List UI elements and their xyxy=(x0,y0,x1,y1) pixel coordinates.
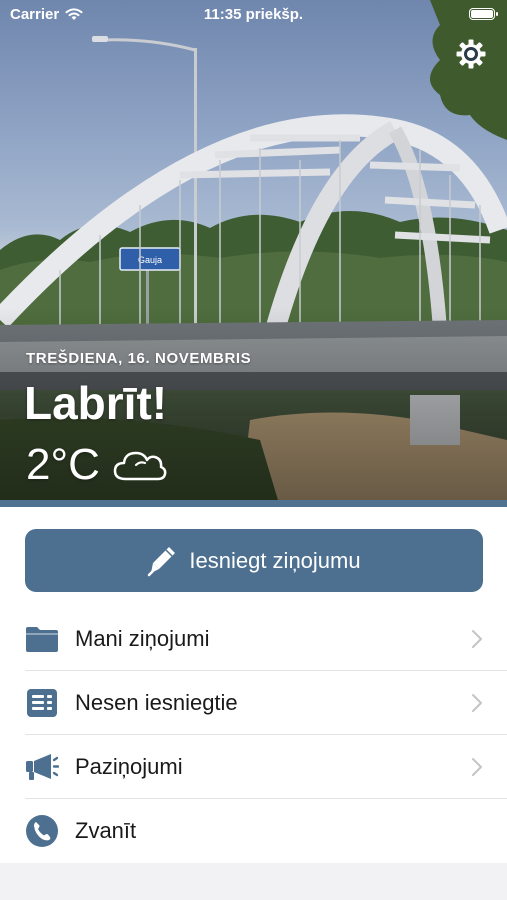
folder-icon xyxy=(25,623,59,655)
chevron-right-icon xyxy=(472,758,482,776)
hero-accent-line xyxy=(0,500,507,507)
settings-button[interactable] xyxy=(455,38,487,70)
menu-list: Mani ziņojumi Nesen iesniegtie Paziņojum… xyxy=(0,607,507,863)
menu-item-call[interactable]: Zvanīt xyxy=(0,799,507,863)
menu-item-announcements[interactable]: Paziņojumi xyxy=(0,735,507,799)
menu-item-label: Mani ziņojumi xyxy=(75,626,210,651)
menu-item-label: Zvanīt xyxy=(75,818,137,843)
temperature: 2°C xyxy=(26,440,100,489)
chevron-right-icon xyxy=(472,694,482,712)
battery-fill xyxy=(471,10,493,18)
menu-item-label: Paziņojumi xyxy=(75,754,183,779)
hero-date: TREŠDIENA, 16. NOVEMBRIS xyxy=(26,350,252,367)
menu-item-recent-submissions[interactable]: Nesen iesniegtie xyxy=(0,671,507,735)
phone-icon xyxy=(25,815,59,847)
menu-item-my-reports[interactable]: Mani ziņojumi xyxy=(0,607,507,671)
hero-greeting: Labrīt! xyxy=(24,377,168,429)
pen-icon xyxy=(148,546,176,576)
megaphone-icon xyxy=(25,751,59,783)
menu-item-label: Nesen iesniegtie xyxy=(75,690,238,715)
list-icon xyxy=(25,687,59,719)
main-content: Iesniegt ziņojumu Mani ziņojumi Nesen ie… xyxy=(0,507,507,900)
status-bar: Carrier 11:35 priekšp. xyxy=(0,0,507,30)
weather: 2°C xyxy=(26,440,168,490)
battery-icon xyxy=(469,8,498,20)
submit-report-button[interactable]: Iesniegt ziņojumu xyxy=(25,529,483,592)
menu-card: Iesniegt ziņojumu Mani ziņojumi Nesen ie… xyxy=(0,507,507,863)
sign-text: Gauja xyxy=(138,255,162,265)
gear-icon xyxy=(456,39,486,69)
chevron-right-icon xyxy=(472,630,482,648)
hero-banner: Gauja Carrier 11:35 priekšp. TREŠDIENA, … xyxy=(0,0,507,507)
submit-report-label: Iesniegt ziņojumu xyxy=(189,547,361,573)
status-time: 11:35 priekšp. xyxy=(203,6,304,23)
cloud-icon xyxy=(113,451,167,481)
